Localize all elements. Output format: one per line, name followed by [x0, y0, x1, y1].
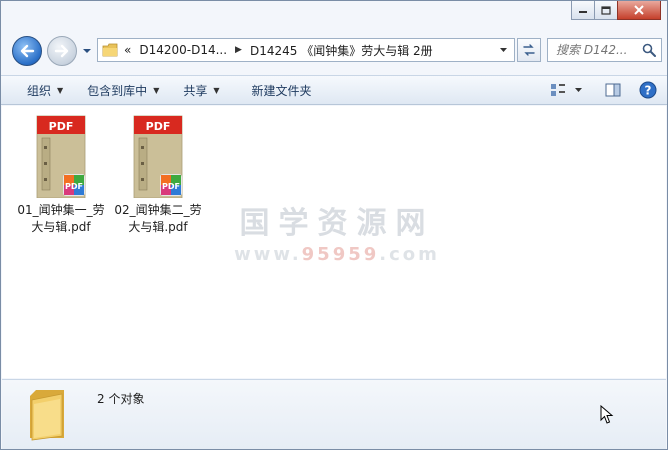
help-icon: ?	[639, 81, 657, 99]
search-box[interactable]	[547, 38, 662, 62]
pdf-file-icon: PDF PDF	[133, 115, 183, 199]
pdf-thumbnail: PDF PDF	[36, 114, 86, 199]
share-label: 共享	[183, 83, 208, 98]
back-arrow-icon	[20, 44, 35, 58]
chevron-down-icon: ▼	[57, 85, 64, 95]
address-dropdown-icon[interactable]	[499, 47, 508, 53]
include-label: 包含到库中	[87, 83, 148, 98]
share-menu[interactable]: 共享 ▼	[171, 76, 231, 104]
preview-pane-icon	[605, 83, 621, 97]
svg-text:PDF: PDF	[65, 182, 83, 191]
svg-text:PDF: PDF	[49, 120, 74, 133]
item-count: 2 个对象	[97, 392, 145, 406]
watermark-title: 国学资源网	[239, 206, 435, 241]
folder-icon	[102, 43, 118, 57]
chevron-down-icon	[575, 88, 582, 92]
forward-arrow-icon	[54, 44, 69, 58]
close-icon	[634, 5, 644, 15]
watermark: 国学资源网 www.95959.com	[232, 198, 442, 265]
preview-pane-button[interactable]	[605, 83, 621, 97]
address-bar[interactable]: « D14200-D14... ▶ D14245 《闻钟集》劳大与辑 2册	[97, 38, 515, 62]
file-list-view[interactable]: 国学资源网 www.95959.com PDF PDF 01_闻钟集一_劳大与辑…	[2, 106, 666, 378]
minimize-button[interactable]	[571, 1, 595, 20]
breadcrumb-overflow[interactable]: «	[124, 43, 131, 57]
maximize-icon	[601, 5, 611, 15]
watermark-url: www.95959.com	[234, 244, 440, 265]
maximize-button[interactable]	[594, 1, 618, 20]
recent-locations-button[interactable]	[81, 45, 93, 57]
breadcrumb-parent[interactable]: D14200-D14...	[139, 43, 227, 57]
change-view-button[interactable]	[550, 83, 566, 97]
search-input[interactable]	[556, 43, 641, 57]
svg-text:PDF: PDF	[162, 182, 180, 191]
help-button[interactable]: ?	[639, 81, 657, 99]
forward-button[interactable]	[47, 36, 77, 66]
pdf-thumbnail: PDF PDF	[133, 114, 183, 199]
pdf-file-icon: PDF PDF	[36, 115, 86, 199]
organize-label: 组织	[27, 83, 52, 98]
view-controls: ?	[536, 76, 657, 104]
close-button[interactable]	[617, 1, 661, 20]
include-in-library-menu[interactable]: 包含到库中 ▼	[75, 76, 171, 104]
details-pane: 2 个对象	[2, 379, 666, 449]
new-folder-label: 新建文件夹	[251, 83, 312, 98]
minimize-icon	[579, 11, 587, 13]
refresh-icon	[523, 44, 535, 56]
view-options-button[interactable]	[574, 87, 583, 93]
chevron-down-icon: ▼	[213, 85, 220, 95]
breadcrumb-separator-icon[interactable]: ▶	[235, 45, 242, 55]
file-item[interactable]: PDF PDF 01_闻钟集一_劳大与辑.pdf	[13, 114, 109, 236]
organize-menu[interactable]: 组织 ▼	[1, 76, 75, 104]
breadcrumb-current[interactable]: D14245 《闻钟集》劳大与辑 2册	[250, 42, 433, 59]
svg-text:PDF: PDF	[146, 120, 171, 133]
file-name[interactable]: 02_闻钟集二_劳大与辑.pdf	[110, 202, 206, 236]
refresh-button[interactable]	[517, 38, 541, 62]
file-name[interactable]: 01_闻钟集一_劳大与辑.pdf	[13, 202, 109, 236]
file-item[interactable]: PDF PDF 02_闻钟集二_劳大与辑.pdf	[110, 114, 206, 236]
explorer-window: « D14200-D14... ▶ D14245 《闻钟集》劳大与辑 2册 组织…	[0, 0, 668, 450]
chevron-down-icon	[83, 49, 91, 53]
folder-icon	[30, 390, 64, 441]
navigation-bar: « D14200-D14... ▶ D14245 《闻钟集》劳大与辑 2册	[1, 31, 667, 71]
mouse-cursor-icon	[600, 405, 614, 424]
chevron-down-icon: ▼	[153, 85, 160, 95]
search-icon[interactable]	[642, 43, 656, 57]
command-bar: 组织 ▼ 包含到库中 ▼ 共享 ▼ 新建文件夹 ?	[1, 75, 667, 105]
view-tiles-icon	[551, 84, 565, 96]
caption-buttons	[571, 1, 661, 20]
new-folder-button[interactable]: 新建文件夹	[232, 76, 324, 104]
svg-text:?: ?	[645, 84, 652, 98]
back-button[interactable]	[12, 36, 42, 66]
